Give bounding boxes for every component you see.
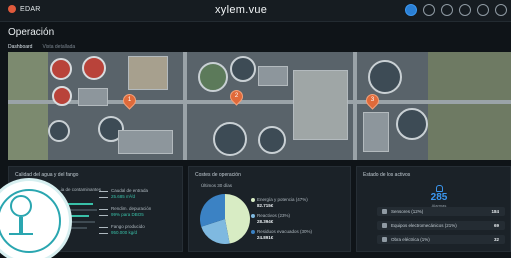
assets-status-panel: Estado de los activos 285 Alarmas Sensor… bbox=[356, 166, 511, 252]
panel-title: Estado de los activos bbox=[363, 172, 411, 178]
map-marker-3[interactable]: 3 bbox=[363, 91, 382, 110]
sensor-icon bbox=[382, 209, 387, 214]
brand-icon bbox=[8, 5, 16, 13]
alarm-summary[interactable]: 285 Alarmas bbox=[409, 185, 469, 208]
panel-subtitle: ...ia de contaminantes bbox=[57, 187, 102, 192]
electrical-icon bbox=[382, 237, 387, 242]
map-marker-1[interactable]: 1 bbox=[120, 91, 139, 110]
asset-row-sensors[interactable]: Sensores (12%) 184 bbox=[377, 207, 505, 216]
top-toolbar bbox=[405, 4, 507, 16]
asset-row-electrical[interactable]: Obra eléctrica (1%) 32 bbox=[377, 235, 505, 244]
panel-title: Calidad del agua y del fango bbox=[15, 172, 79, 178]
operation-costs-panel: Costes de operación Últimos 30 días Ener… bbox=[188, 166, 351, 252]
brand[interactable]: EDAR bbox=[8, 5, 41, 13]
top-bar: EDAR xylem.vue bbox=[0, 0, 511, 22]
plant-aerial-map[interactable]: 1 2 3 bbox=[8, 52, 511, 160]
brand-label: EDAR bbox=[20, 5, 41, 13]
bell-icon[interactable] bbox=[477, 4, 489, 16]
flow-icon bbox=[99, 191, 108, 198]
camera-icon[interactable] bbox=[459, 4, 471, 16]
panel-title: Costes de operación bbox=[195, 172, 241, 178]
home-icon[interactable] bbox=[405, 4, 417, 16]
refresh-icon[interactable] bbox=[423, 4, 435, 16]
gauge-icon[interactable] bbox=[441, 4, 453, 16]
page-title: Operación bbox=[8, 27, 55, 38]
performance-icon bbox=[99, 209, 108, 216]
gear-icon[interactable] bbox=[495, 4, 507, 16]
alarm-bell-icon bbox=[435, 185, 443, 192]
legend-waste: Residuos evacuados (30%) 24.891€ bbox=[251, 229, 312, 241]
equipment-icon bbox=[382, 223, 387, 228]
stat-inflow: Caudal de entrada 25.685 m³/d bbox=[111, 188, 149, 199]
sludge-icon bbox=[99, 227, 108, 234]
stat-performance: Rendim. depuración 99% para DBO5 bbox=[111, 206, 152, 217]
panel-subtitle: Últimos 30 días bbox=[201, 183, 233, 188]
cost-pie-chart[interactable] bbox=[199, 193, 251, 245]
asset-row-equipment[interactable]: Equipos electromecánicos (21%) 69 bbox=[377, 221, 505, 230]
alarm-count: 285 bbox=[430, 192, 448, 203]
legend-reagents: Reactivos (23%) 28.394€ bbox=[251, 213, 290, 225]
stat-sludge: Fango producido 950.000 kg/d bbox=[111, 224, 145, 235]
app-logo: xylem.vue bbox=[215, 4, 268, 16]
legend-energy: Energía y potencia (47%) 82.715€ bbox=[251, 197, 308, 209]
pie-slice-0[interactable] bbox=[225, 194, 250, 244]
